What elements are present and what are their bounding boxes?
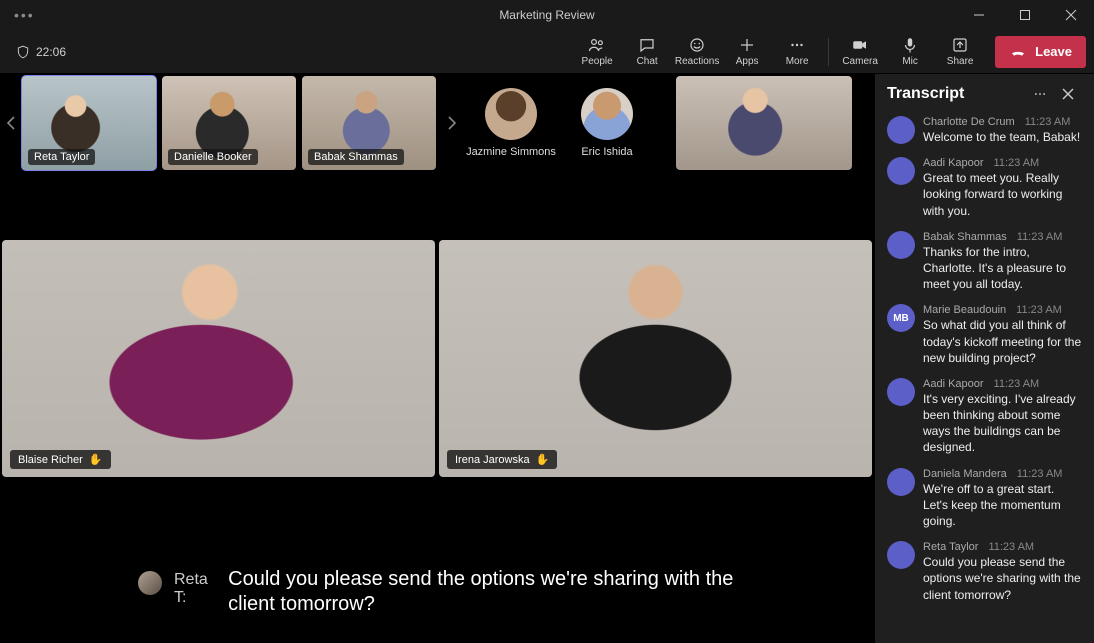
message-text: We're off to a great start. Let's keep t… [923,481,1082,530]
people-button[interactable]: People [572,30,622,74]
speaker-label: Blaise Richer✋ [10,450,111,469]
hangup-icon [1009,43,1027,61]
message-time: 11:23 AM [994,378,1040,390]
share-button[interactable]: Share [935,30,985,74]
window-menu-icon[interactable]: ••• [14,7,35,23]
meeting-timer: 22:06 [16,45,66,59]
message-time: 11:23 AM [988,541,1034,553]
plus-icon [738,36,756,54]
leave-button[interactable]: Leave [995,36,1086,68]
toolbar: 22:06 People Chat Reactions Apps More Ca… [0,30,1094,74]
avatar [887,541,915,569]
avatar [887,378,915,406]
speaker-row: Blaise Richer✋ Irena Jarowska✋ [0,172,874,477]
camera-button[interactable]: Camera [835,30,885,74]
avatar [485,88,537,140]
message-author: Daniela Mandera [923,468,1007,480]
transcript-message: Charlotte De Crum 11:23 AMWelcome to the … [887,116,1082,145]
message-time: 11:23 AM [1025,116,1071,128]
message-time: 11:23 AM [1017,468,1063,480]
panel-more-button[interactable] [1026,80,1054,108]
meeting-stage: Reta Taylor Danielle Booker Babak Shamma… [0,74,874,643]
message-author: Aadi Kapoor [923,157,984,169]
participant-name: Reta Taylor [28,149,95,165]
reactions-icon [688,36,706,54]
speaker-label: Irena Jarowska✋ [447,450,557,469]
roster-avatar-card[interactable]: Eric Ishida [562,88,652,158]
message-author: Reta Taylor [923,541,978,553]
message-text: Welcome to the team, Babak! [923,129,1082,145]
speaker-tile[interactable]: Irena Jarowska✋ [439,240,872,477]
transcript-message: Reta Taylor 11:23 AMCould you please send… [887,541,1082,603]
roster-scroll-right[interactable] [444,108,460,138]
raised-hand-icon: ✋ [89,453,103,466]
transcript-message: Daniela Mandera 11:23 AMWe're off to a gr… [887,468,1082,530]
shield-icon [16,45,30,59]
message-author: Charlotte De Crum [923,116,1015,128]
roster-scroll-left[interactable] [3,108,19,138]
roster-card[interactable] [676,76,852,170]
avatar [138,571,162,595]
maximize-button[interactable] [1002,0,1048,30]
titlebar: ••• Marketing Review [0,0,1094,30]
avatar [581,88,633,140]
caption-text: Could you please send the options we're … [228,567,778,617]
chat-button[interactable]: Chat [622,30,672,74]
transcript-message: Aadi Kapoor 11:23 AMGreat to meet you. Re… [887,157,1082,219]
speaker-tile[interactable]: Blaise Richer✋ [2,240,435,477]
transcript-messages[interactable]: Charlotte De Crum11:23 AMWelcome to the … [875,114,1094,643]
message-time: 11:23 AM [1017,231,1063,243]
more-button[interactable]: More [772,30,822,74]
avatar: MB [887,304,915,332]
participant-roster: Reta Taylor Danielle Booker Babak Shamma… [0,74,874,172]
message-text: It's very exciting. I've already been th… [923,391,1082,456]
window-title: Marketing Review [499,8,594,22]
message-text: So what did you all think of today's kic… [923,317,1082,366]
panel-title: Transcript [887,85,964,103]
avatar [887,157,915,185]
transcript-message: Babak Shammas 11:23 AMThanks for the intr… [887,231,1082,293]
apps-button[interactable]: Apps [722,30,772,74]
message-author: Babak Shammas [923,231,1007,243]
participant-name: Jazmine Simmons [466,146,556,158]
participant-name: Babak Shammas [308,149,404,165]
message-text: Could you please send the options we're … [923,554,1082,603]
more-icon [788,36,806,54]
message-time: 11:23 AM [994,157,1040,169]
raised-hand-icon: ✋ [536,453,550,466]
reactions-button[interactable]: Reactions [672,30,722,74]
transcript-panel: Transcript Charlotte De Crum11:23 AMWelc… [874,74,1094,643]
toolbar-actions: People Chat Reactions Apps More [572,30,822,74]
message-author: Aadi Kapoor [923,378,984,390]
people-icon [588,36,606,54]
roster-card[interactable]: Reta Taylor [22,76,156,170]
close-button[interactable] [1048,0,1094,30]
avatar [887,116,915,144]
transcript-message: MB Marie Beaudouin 11:23 AMSo what did you… [887,304,1082,366]
panel-close-button[interactable] [1054,80,1082,108]
roster-avatar-card[interactable]: Jazmine Simmons [466,88,556,158]
mic-button[interactable]: Mic [885,30,935,74]
minimize-button[interactable] [956,0,1002,30]
mic-icon [901,36,919,54]
participant-name: Danielle Booker [168,149,258,165]
camera-icon [851,36,869,54]
message-text: Thanks for the intro, Charlotte. It's a … [923,244,1082,293]
timer-text: 22:06 [36,45,66,59]
toolbar-media: Camera Mic Share [835,30,985,74]
message-author: Marie Beaudouin [923,304,1006,316]
transcript-message: Aadi Kapoor 11:23 AMIt's very exciting. I… [887,378,1082,456]
avatar [887,231,915,259]
share-icon [951,36,969,54]
chat-icon [638,36,656,54]
live-caption: Reta T: Could you please send the option… [138,567,778,617]
message-text: Great to meet you. Really looking forwar… [923,170,1082,219]
roster-card[interactable]: Babak Shammas [302,76,436,170]
participant-name: Eric Ishida [562,146,652,158]
avatar [887,468,915,496]
caption-speaker-name: Reta T: [174,571,216,607]
message-time: 11:23 AM [1016,304,1062,316]
divider [828,38,829,66]
roster-card[interactable]: Danielle Booker [162,76,296,170]
